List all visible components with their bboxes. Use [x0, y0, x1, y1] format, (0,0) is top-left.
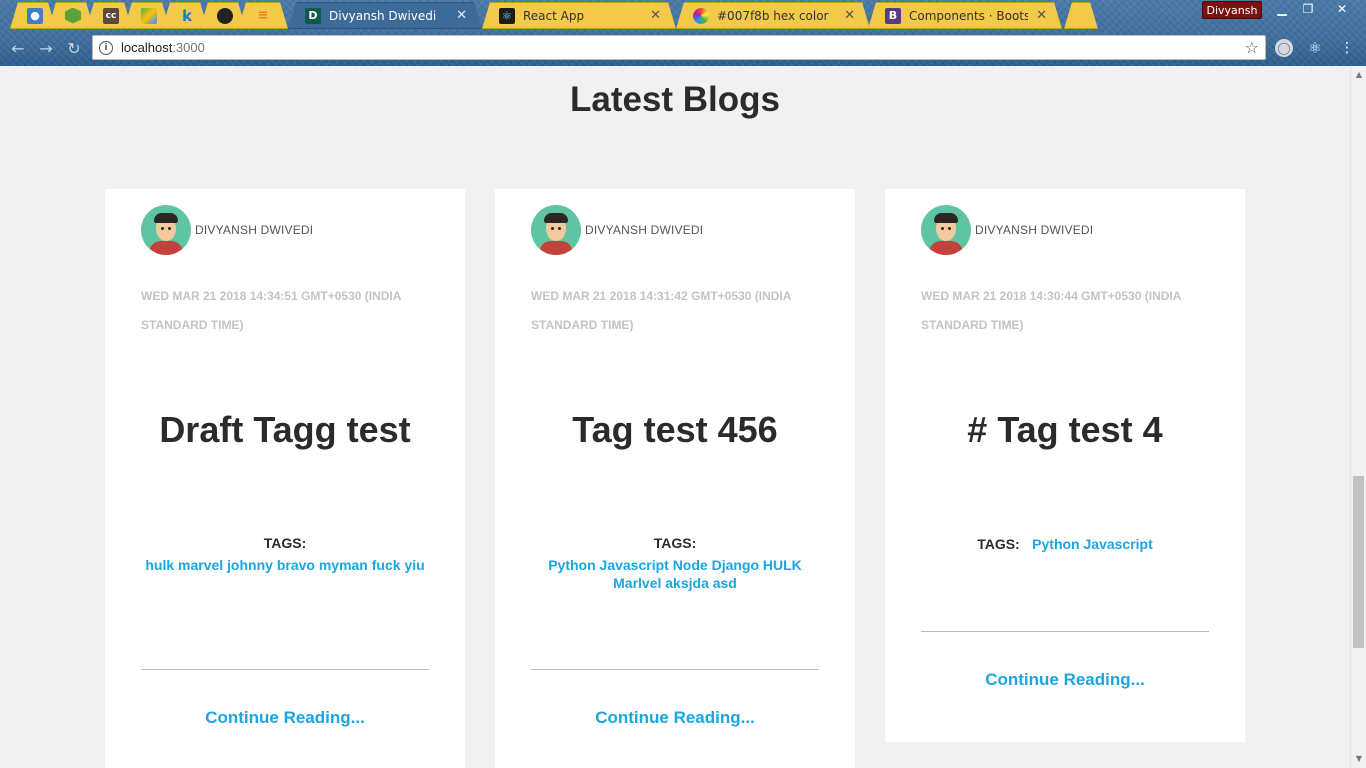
tab-title: Divyansh Dwivedi	[329, 8, 437, 23]
tab-bootstrap[interactable]: B Components · Bootstrap ✕	[868, 2, 1062, 29]
blog-card: DIVYANSH DWIVEDI WED MAR 21 2018 14:30:4…	[885, 189, 1245, 742]
extension-circle-icon[interactable]: ◯	[1275, 39, 1293, 57]
tab-5[interactable]: k	[162, 2, 208, 29]
post-title[interactable]: Tag test 456	[495, 409, 855, 451]
tab-2[interactable]	[48, 2, 94, 29]
bookmark-star-icon[interactable]: ☆	[1245, 38, 1259, 57]
close-tab-icon[interactable]: ✕	[1036, 8, 1047, 23]
author-name: DIVYANSH DWIVEDI	[195, 223, 314, 237]
bird-icon: ●	[27, 8, 43, 24]
new-tab-button[interactable]	[1064, 2, 1098, 29]
d-icon: D	[305, 8, 321, 24]
close-tab-icon[interactable]: ✕	[650, 8, 661, 23]
page-viewport: Latest Blogs DIVYANSH DWIVEDI WED MAR 21…	[0, 66, 1350, 768]
menu-icon[interactable]: ⋮	[1338, 39, 1356, 57]
address-bar[interactable]: i localhost:3000 ☆	[92, 35, 1266, 60]
scrollbar-thumb[interactable]	[1353, 476, 1364, 648]
continue-reading-link[interactable]: Continue Reading...	[495, 708, 855, 728]
blog-card: DIVYANSH DWIVEDI WED MAR 21 2018 14:31:4…	[495, 189, 855, 768]
url-text: localhost:3000	[121, 40, 205, 55]
colorhexa-icon	[693, 8, 709, 24]
blog-card: DIVYANSH DWIVEDI WED MAR 21 2018 14:34:5…	[105, 189, 465, 768]
post-title[interactable]: # Tag test 4	[885, 409, 1245, 451]
author: DIVYANSH DWIVEDI	[141, 205, 313, 255]
divider	[141, 669, 429, 670]
page-title: Latest Blogs	[569, 80, 781, 119]
post-date: WED MAR 21 2018 14:34:51 GMT+0530 (INDIA…	[141, 289, 401, 332]
close-tab-icon[interactable]: ✕	[844, 8, 855, 23]
tags: TAGS: Python Javascript	[921, 536, 1209, 554]
tab-react-app[interactable]: ⚛ React App ✕	[482, 2, 676, 29]
tab-6[interactable]	[200, 2, 246, 29]
tab-title: Components · Bootstrap	[909, 8, 1029, 23]
forward-icon[interactable]: →	[36, 38, 56, 58]
continue-reading-link[interactable]: Continue Reading...	[885, 670, 1245, 690]
tags-list[interactable]: Python Javascript Node Django HULK Marlv…	[548, 557, 802, 591]
tab-divyansh-dwivedi[interactable]: D Divyansh Dwivedi ✕	[288, 2, 482, 29]
toolbar: ← → ↻ i localhost:3000 ☆ ◯ ⚛ ⋮	[0, 31, 1366, 64]
reload-icon[interactable]: ↻	[64, 38, 84, 58]
nodejs-icon	[65, 8, 81, 24]
scrollbar[interactable]: ▲ ▼	[1350, 66, 1366, 768]
tags-label: TAGS:	[263, 535, 307, 551]
avatar	[921, 205, 971, 255]
tab-title: React App	[523, 8, 585, 23]
author-name: DIVYANSH DWIVEDI	[975, 223, 1094, 237]
tab-7[interactable]: ≡	[238, 2, 288, 29]
scroll-down-icon[interactable]: ▼	[1354, 754, 1364, 764]
close-tab-icon[interactable]: ✕	[456, 8, 467, 23]
author-name: DIVYANSH DWIVEDI	[585, 223, 704, 237]
info-icon[interactable]: i	[99, 40, 113, 55]
tab-3[interactable]: cc	[86, 2, 132, 29]
author: DIVYANSH DWIVEDI	[531, 205, 703, 255]
profile-button[interactable]: Divyansh	[1202, 1, 1262, 19]
bootstrap-icon: B	[885, 8, 901, 24]
maps-icon	[141, 8, 157, 24]
k-icon: k	[182, 6, 192, 25]
close-window-icon[interactable]: ✕	[1328, 0, 1356, 18]
back-icon[interactable]: ←	[8, 38, 28, 58]
post-title[interactable]: Draft Tagg test	[105, 409, 465, 451]
tab-strip: ● cc k ≡ D Divyansh Dwivedi ✕ ⚛ React Ap…	[0, 0, 1200, 30]
cc-icon: cc	[103, 8, 119, 24]
tags-list[interactable]: hulk marvel johnny bravo myman fuck yiu	[145, 557, 424, 573]
react-icon: ⚛	[499, 8, 515, 24]
tags: TAGS: hulk marvel johnny bravo myman fuc…	[141, 535, 429, 575]
react-devtools-icon[interactable]: ⚛	[1306, 39, 1324, 57]
tab-4[interactable]	[124, 2, 170, 29]
tags-label: TAGS:	[653, 535, 697, 551]
browser-chrome: ● cc k ≡ D Divyansh Dwivedi ✕ ⚛ React Ap…	[0, 0, 1366, 66]
divider	[921, 631, 1209, 632]
stackoverflow-icon: ≡	[257, 8, 269, 23]
minimize-icon[interactable]: ▁	[1268, 0, 1296, 18]
tab-1[interactable]: ●	[10, 2, 56, 29]
author: DIVYANSH DWIVEDI	[921, 205, 1093, 255]
github-icon	[217, 8, 233, 24]
post-date: WED MAR 21 2018 14:30:44 GMT+0530 (INDIA…	[921, 289, 1181, 332]
divider	[531, 669, 819, 670]
tags: TAGS: Python Javascript Node Django HULK…	[531, 535, 819, 593]
tags-list[interactable]: Python Javascript	[1032, 536, 1153, 552]
tab-title: #007f8b hex color	[717, 8, 829, 23]
scroll-up-icon[interactable]: ▲	[1354, 70, 1364, 80]
avatar	[141, 205, 191, 255]
tags-label: TAGS:	[977, 536, 1020, 552]
continue-reading-link[interactable]: Continue Reading...	[105, 708, 465, 728]
tab-hex-color[interactable]: #007f8b hex color ✕	[676, 2, 870, 29]
post-date: WED MAR 21 2018 14:31:42 GMT+0530 (INDIA…	[531, 289, 791, 332]
restore-icon[interactable]: ❐	[1294, 0, 1322, 18]
avatar	[531, 205, 581, 255]
